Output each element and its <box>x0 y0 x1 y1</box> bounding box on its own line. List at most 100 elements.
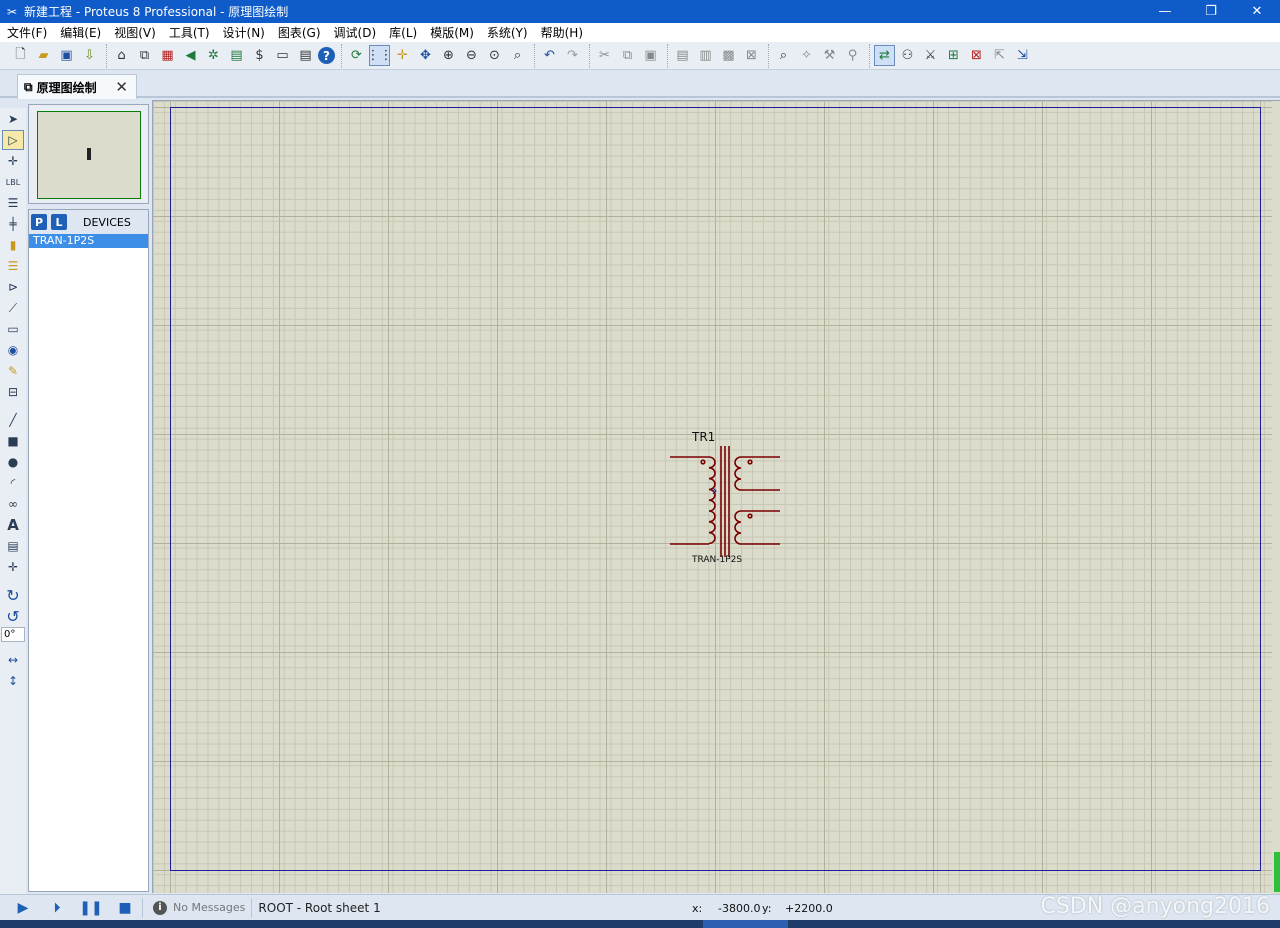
arc-tool-icon[interactable]: ◜ <box>2 473 24 493</box>
menu-debug[interactable]: 调试(D) <box>330 24 381 41</box>
vertical-scrollbar[interactable] <box>1272 101 1280 894</box>
component-mode-icon[interactable]: ▷ <box>2 130 24 150</box>
menu-edit[interactable]: 编辑(E) <box>56 24 105 41</box>
notes-icon[interactable]: ▭ <box>272 45 293 66</box>
library-manager-button[interactable]: L <box>51 214 67 230</box>
netlist-icon[interactable]: ⇲ <box>1012 45 1033 66</box>
zoom-all-icon[interactable]: ⊙ <box>484 45 505 66</box>
zoom-out-icon[interactable]: ⊖ <box>461 45 482 66</box>
block-delete-icon[interactable]: ⊠ <box>741 45 762 66</box>
rotation-angle-field[interactable]: 0° <box>1 627 25 642</box>
wire-autorouter-icon[interactable]: ⇄ <box>874 45 895 66</box>
rotate-clockwise-icon[interactable]: ↻ <box>2 585 24 605</box>
home-icon[interactable]: ⌂ <box>111 45 132 66</box>
mirror-y-icon[interactable]: ↕ <box>2 671 24 691</box>
restore-button[interactable]: ❐ <box>1188 0 1234 23</box>
transformer-symbol[interactable] <box>669 444 781 559</box>
pcb-icon[interactable]: ▦ <box>157 45 178 66</box>
buses-icon[interactable]: ╪ <box>2 214 24 234</box>
3d-icon[interactable]: ◀ <box>180 45 201 66</box>
device-pins-icon[interactable]: ⊳ <box>2 277 24 297</box>
menu-library[interactable]: 库(L) <box>385 24 421 41</box>
block-rotate-icon[interactable]: ▩ <box>718 45 739 66</box>
bom-icon[interactable]: ▤ <box>226 45 247 66</box>
refresh-icon[interactable]: ⟳ <box>346 45 367 66</box>
pick-devices-button[interactable]: P <box>31 214 47 230</box>
block-copy-icon[interactable]: ▤ <box>672 45 693 66</box>
generator-icon[interactable]: ◉ <box>2 340 24 360</box>
subcircuit-icon[interactable]: ▮ <box>2 235 24 255</box>
import-icon[interactable]: ⇩ <box>79 45 100 66</box>
report-icon[interactable]: ▤ <box>295 45 316 66</box>
proteus-app-icon[interactable]: ✂ <box>4 4 20 20</box>
menu-file[interactable]: 文件(F) <box>3 24 51 41</box>
voltage-probe-icon[interactable]: ✎ <box>2 361 24 381</box>
component-value-label[interactable]: TRAN-1P2S <box>692 555 742 565</box>
design-explorer-icon[interactable]: $ <box>249 45 270 66</box>
schematic-icon[interactable]: ⧉ <box>134 45 155 66</box>
virtual-instruments-icon[interactable]: ⊟ <box>2 382 24 402</box>
minimize-button[interactable]: — <box>1142 0 1188 23</box>
terminals-icon[interactable]: ☰ <box>2 256 24 276</box>
menu-view[interactable]: 视图(V) <box>110 24 160 41</box>
play-icon[interactable]: ▶ <box>12 897 34 919</box>
exit-parent-icon[interactable]: ⇱ <box>989 45 1010 66</box>
scrollbar-thumb[interactable] <box>1274 852 1280 892</box>
paste-icon[interactable]: ▣ <box>640 45 661 66</box>
text-script-icon[interactable]: ☰ <box>2 193 24 213</box>
grid-icon[interactable]: ⋮⋮ <box>367 45 393 66</box>
component-reference-label[interactable]: TR1 <box>692 430 715 444</box>
menu-tools[interactable]: 工具(T) <box>165 24 214 41</box>
open-icon[interactable]: ▰ <box>33 45 54 66</box>
save-icon[interactable]: ▣ <box>56 45 77 66</box>
junction-dot-icon[interactable]: ✛ <box>2 151 24 171</box>
cut-icon[interactable]: ✂ <box>594 45 615 66</box>
rotate-anticlockwise-icon[interactable]: ↺ <box>2 606 24 626</box>
overview-sheet[interactable] <box>37 111 141 199</box>
package-icon[interactable]: ⚒ <box>819 45 840 66</box>
mirror-x-icon[interactable]: ↔ <box>2 650 24 670</box>
copy-icon[interactable]: ⧉ <box>617 45 638 66</box>
step-icon[interactable]: ⏵︎ <box>46 897 68 919</box>
undo-icon[interactable]: ↶ <box>539 45 560 66</box>
make-device-icon[interactable]: ✧ <box>796 45 817 66</box>
property-assign-icon[interactable]: ⚔ <box>920 45 941 66</box>
graph-icon[interactable]: ⟋ <box>2 298 24 318</box>
menu-graph[interactable]: 图表(G) <box>274 24 325 41</box>
tab-close-icon[interactable]: ✕ <box>115 78 128 96</box>
new-icon[interactable]: 🗋 <box>10 45 31 66</box>
box-tool-icon[interactable]: ■ <box>2 431 24 451</box>
search-tag-icon[interactable]: ⚇ <box>897 45 918 66</box>
line-tool-icon[interactable]: ╱ <box>2 410 24 430</box>
symbol-tool-icon[interactable]: ▤ <box>2 536 24 556</box>
path-tool-icon[interactable]: ∞ <box>2 494 24 514</box>
wire-label-icon[interactable]: LBL <box>2 172 24 192</box>
zoom-in-icon[interactable]: ⊕ <box>438 45 459 66</box>
menu-design[interactable]: 设计(N) <box>219 24 269 41</box>
overview-window[interactable] <box>28 104 149 204</box>
tape-recorder-icon[interactable]: ▭ <box>2 319 24 339</box>
block-move-icon[interactable]: ▥ <box>695 45 716 66</box>
stop-icon[interactable]: ■ <box>114 897 136 919</box>
gerber-icon[interactable]: ✲ <box>203 45 224 66</box>
close-button[interactable]: ✕ <box>1234 0 1280 23</box>
schematic-canvas[interactable]: TR1 TRAN-1P2S <box>152 100 1280 894</box>
new-sheet-icon[interactable]: ⊞ <box>943 45 964 66</box>
pan-icon[interactable]: ✥ <box>415 45 436 66</box>
marker-tool-icon[interactable]: ✛ <box>2 557 24 577</box>
circle-tool-icon[interactable]: ● <box>2 452 24 472</box>
zoom-area-icon[interactable]: ⌕ <box>507 45 528 66</box>
pick-device-icon[interactable]: ⌕ <box>773 45 794 66</box>
menu-template[interactable]: 模版(M) <box>426 24 478 41</box>
text-tool-icon[interactable]: A <box>2 515 24 535</box>
origin-icon[interactable]: ✛ <box>392 45 413 66</box>
redo-icon[interactable]: ↷ <box>562 45 583 66</box>
selection-mode-icon[interactable]: ➤ <box>2 109 24 129</box>
tab-schematic-capture[interactable]: ⧉ 原理图绘制 ✕ <box>17 74 137 99</box>
device-list-item[interactable]: TRAN-1P2S <box>29 234 148 248</box>
remove-sheet-icon[interactable]: ⊠ <box>966 45 987 66</box>
messages-status[interactable]: No Messages <box>173 901 245 914</box>
menu-system[interactable]: 系统(Y) <box>483 24 532 41</box>
help-icon[interactable]: ? <box>318 47 335 64</box>
pause-icon[interactable]: ❚❚ <box>79 897 102 919</box>
